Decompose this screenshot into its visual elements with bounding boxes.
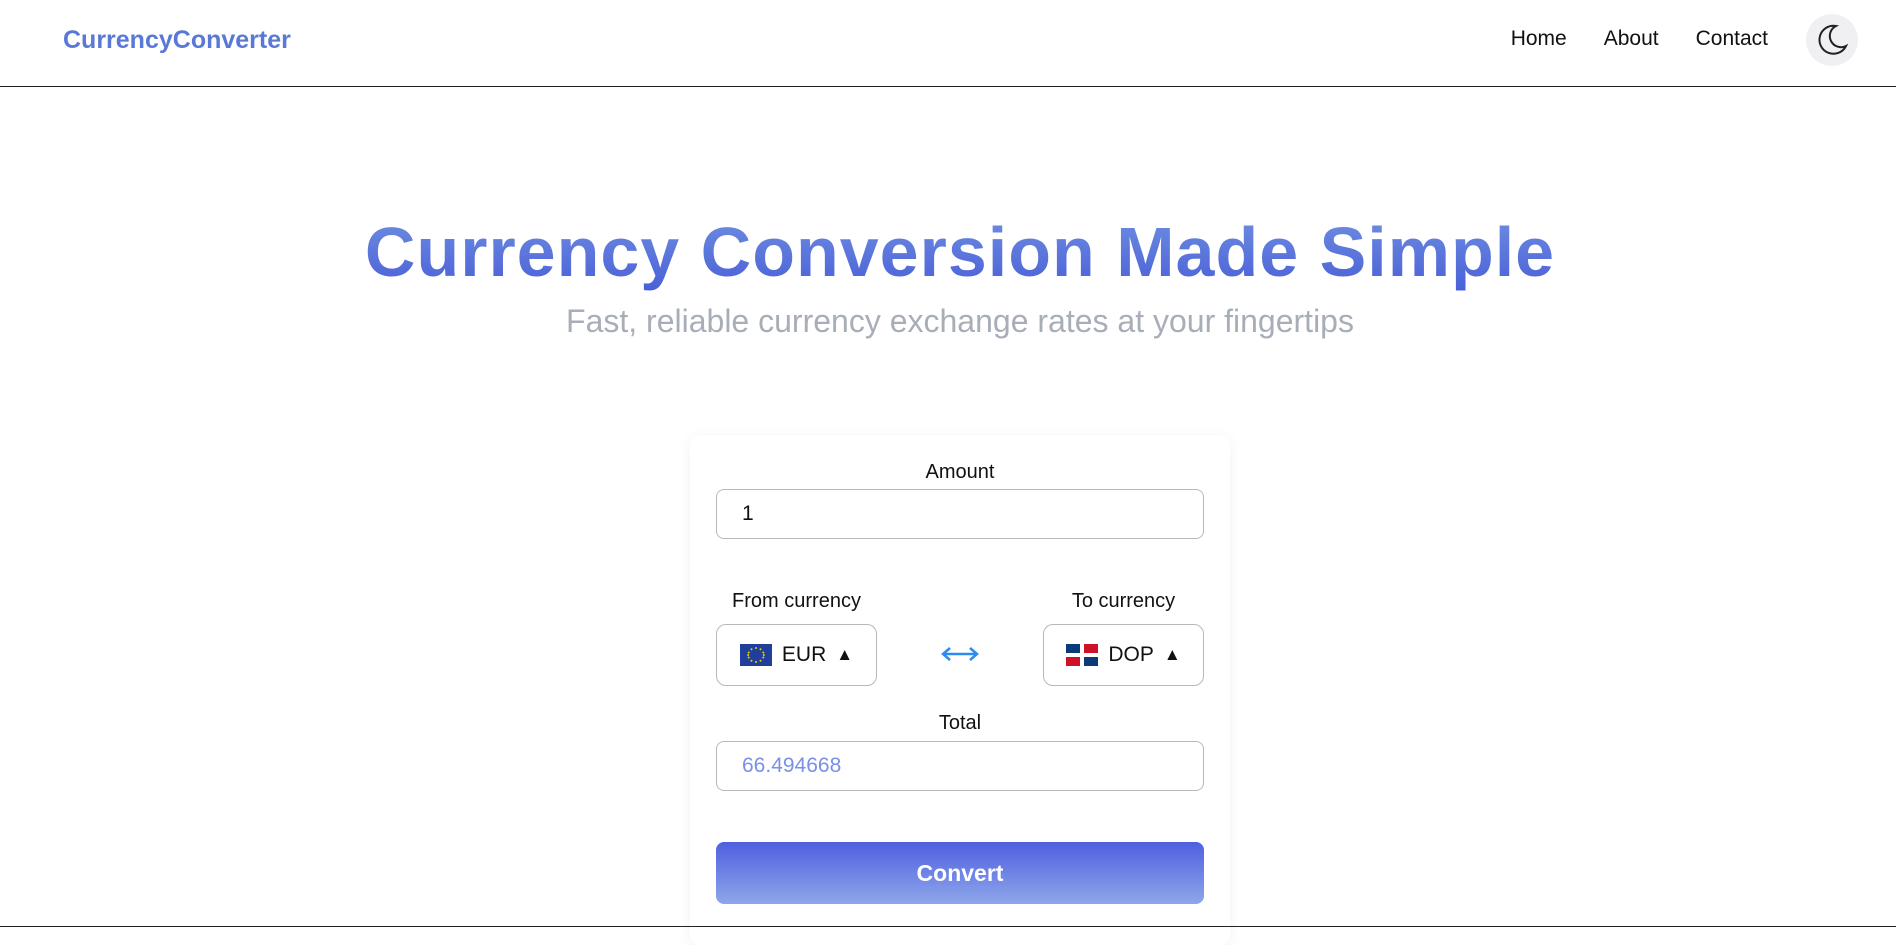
from-currency-select[interactable]: EUR ▲ <box>716 624 877 686</box>
moon-icon <box>1818 24 1849 55</box>
nav-link-about[interactable]: About <box>1604 27 1659 51</box>
swap-arrows-icon <box>941 647 979 661</box>
page-divider <box>0 926 1896 927</box>
to-currency-code: DOP <box>1108 643 1154 666</box>
total-label: Total <box>938 712 982 734</box>
nav-links: Home About Contact <box>1511 27 1768 51</box>
hero-title: Currency Conversion Made Simple <box>0 212 1896 292</box>
caret-up-icon: ▲ <box>836 645 854 664</box>
nav-link-contact[interactable]: Contact <box>1696 27 1768 51</box>
to-currency-label: To currency <box>1071 590 1176 612</box>
convert-button[interactable]: Convert <box>716 842 1204 904</box>
brand-logo[interactable]: CurrencyConverter <box>63 26 291 55</box>
eu-flag-icon <box>739 644 772 666</box>
total-output[interactable] <box>716 741 1204 791</box>
from-currency-label: From currency <box>732 590 861 612</box>
swap-currencies-button[interactable] <box>935 639 985 669</box>
amount-input[interactable] <box>716 489 1204 539</box>
amount-label: Amount <box>925 461 995 483</box>
dominican-republic-flag-icon <box>1066 644 1099 666</box>
from-currency-code: EUR <box>781 643 827 666</box>
hero-subtitle: Fast, reliable currency exchange rates a… <box>566 303 1354 339</box>
nav-link-home[interactable]: Home <box>1511 27 1567 51</box>
theme-toggle-button[interactable] <box>1806 14 1858 66</box>
caret-up-icon: ▲ <box>1163 645 1181 664</box>
to-currency-select[interactable]: DOP ▲ <box>1043 624 1204 686</box>
converter-card: Amount From currency To currency EUR ▲ <box>690 435 1230 945</box>
navbar: CurrencyConverter Home About Contact <box>0 0 1896 87</box>
